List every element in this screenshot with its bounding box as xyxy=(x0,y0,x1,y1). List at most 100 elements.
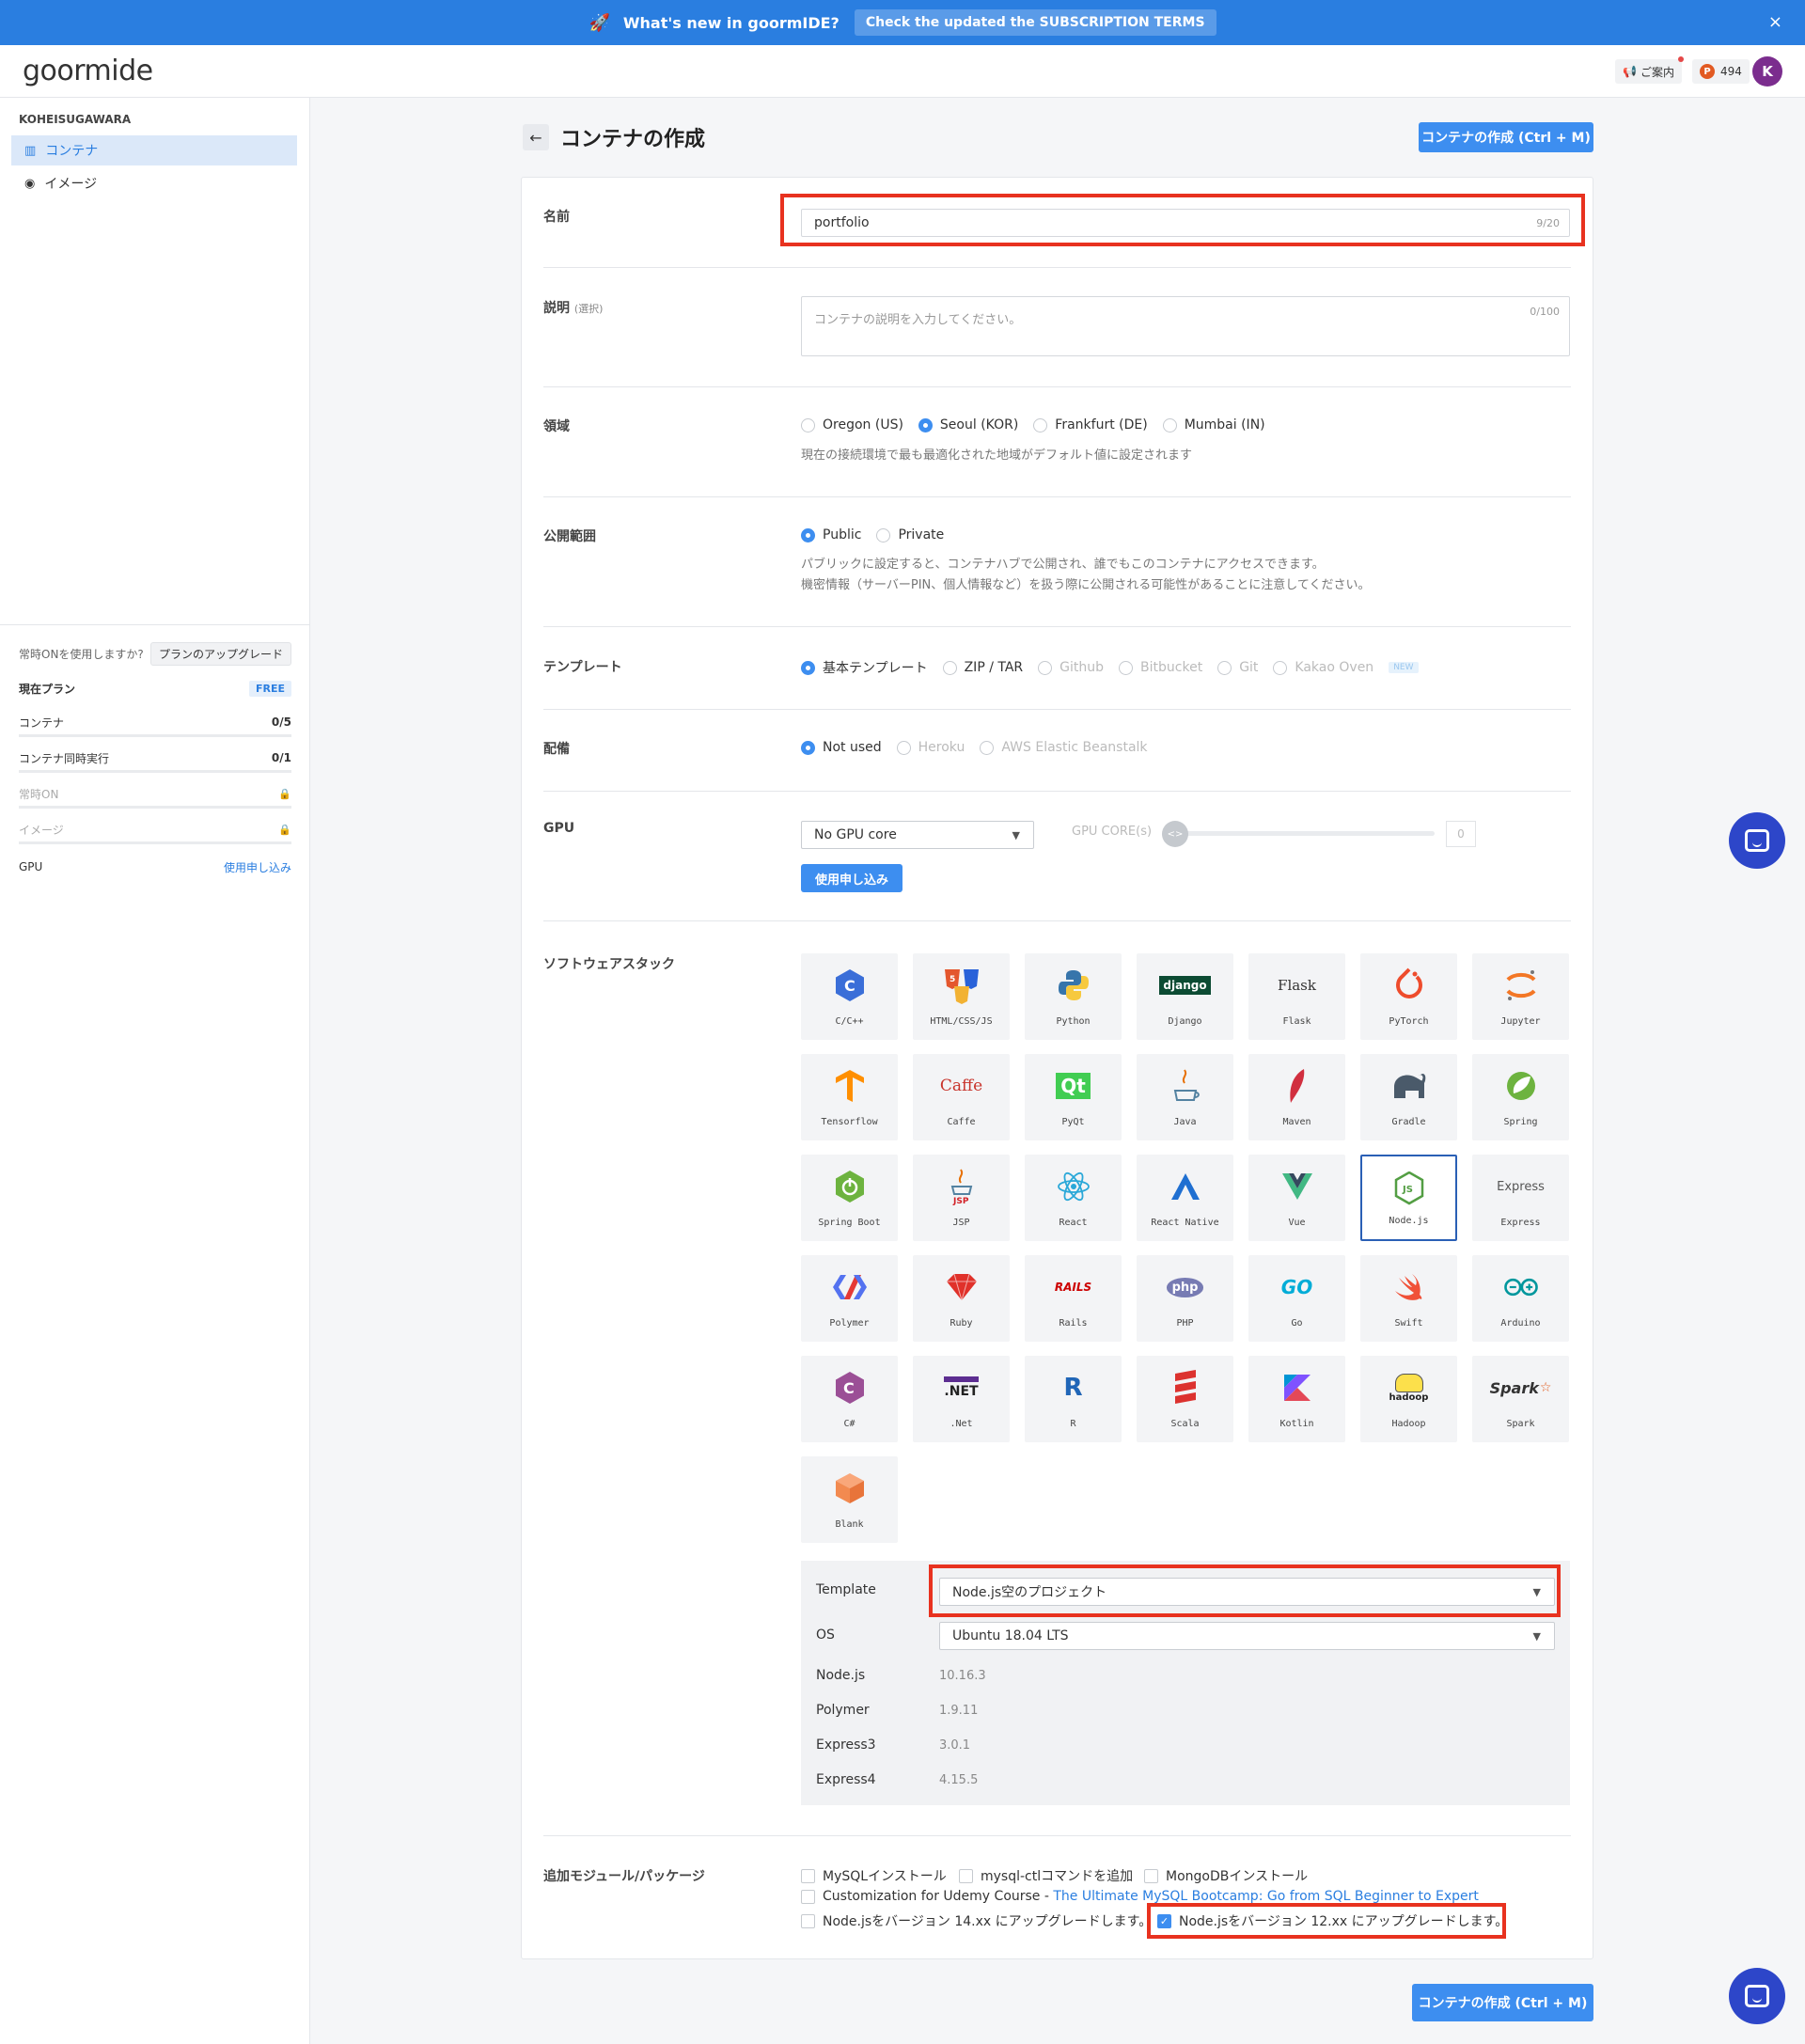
modules-label: 追加モジュール/パッケージ xyxy=(543,1869,705,1884)
spring-boot-icon xyxy=(831,1168,869,1205)
deploy-heroku[interactable]: Heroku xyxy=(896,740,965,755)
stack-tile-label: Django xyxy=(1168,1016,1202,1027)
back-arrow-icon[interactable]: ← xyxy=(523,124,549,150)
description-textarea[interactable]: コンテナの説明を入力してください。 0/100 xyxy=(801,296,1570,356)
divider xyxy=(543,791,1571,792)
udemy-course-link[interactable]: The Ultimate MySQL Bootcamp: Go from SQL… xyxy=(1053,1889,1478,1904)
checkbox-label: MongoDBインストール xyxy=(1166,1869,1309,1884)
stack-tile-swift[interactable]: Swift xyxy=(1360,1255,1457,1342)
chat-support-button[interactable] xyxy=(1729,812,1785,869)
stack-tile-react[interactable]: React xyxy=(1025,1155,1122,1241)
mysql-checkbox[interactable]: MySQLインストール xyxy=(801,1866,947,1885)
region-label: 領域 xyxy=(543,419,570,434)
stack-tile-label: PyTorch xyxy=(1389,1016,1429,1027)
stack-tile-react-native[interactable]: React Native xyxy=(1137,1155,1233,1241)
avatar[interactable]: K xyxy=(1752,56,1782,86)
version-value: 1.9.11 xyxy=(939,1704,979,1718)
top-navbar: goormide 📢 ご案内 P 494 K xyxy=(0,45,1805,98)
stack-tile-vue[interactable]: Vue xyxy=(1248,1155,1345,1241)
stack-tile-r[interactable]: RR xyxy=(1025,1356,1122,1442)
stack-tile-spring-boot[interactable]: Spring Boot xyxy=(801,1155,898,1241)
stack-tile-java[interactable]: Java xyxy=(1137,1054,1233,1140)
radio-label: Kakao Oven xyxy=(1295,660,1374,675)
stack-tile-hadoop[interactable]: hadoop Hadoop xyxy=(1360,1356,1457,1442)
template-git[interactable]: Git xyxy=(1217,660,1258,675)
stack-tile-ruby[interactable]: Ruby xyxy=(913,1255,1010,1342)
stack-tile-nodejs[interactable]: JS Node.js xyxy=(1360,1155,1457,1241)
region-oregon[interactable]: Oregon (US) xyxy=(801,417,903,432)
mongodb-checkbox[interactable]: MongoDBインストール xyxy=(1144,1866,1308,1885)
stack-tile-cpp[interactable]: C C/C++ xyxy=(801,953,898,1040)
visibility-private[interactable]: Private xyxy=(876,527,944,542)
create-container-button-top[interactable]: コンテナの作成 (Ctrl + M) xyxy=(1419,122,1593,152)
chat-support-button-bottom[interactable] xyxy=(1729,1968,1785,2024)
os-select[interactable]: Ubuntu 18.04 LTS ▼ xyxy=(939,1622,1555,1650)
gpu-core-slider[interactable] xyxy=(1166,831,1435,836)
slider-handle[interactable]: <> xyxy=(1162,821,1188,847)
stack-tile-scala[interactable]: Scala xyxy=(1137,1356,1233,1442)
stack-tile-flask[interactable]: Flask Flask xyxy=(1248,953,1345,1040)
banner-title[interactable]: What's new in goormIDE? xyxy=(623,14,840,32)
ruby-gem-icon xyxy=(943,1268,981,1306)
gpu-apply-link[interactable]: 使用申し込み xyxy=(224,859,291,875)
stack-tile-pyqt[interactable]: Qt PyQt xyxy=(1025,1054,1122,1140)
stack-tile-blank[interactable]: Blank xyxy=(801,1456,898,1543)
stack-tile-jupyter[interactable]: Jupyter xyxy=(1472,953,1569,1040)
stack-tile-spark[interactable]: Spark ☆ Spark xyxy=(1472,1356,1569,1442)
stack-tile-dotnet[interactable]: .NET .Net xyxy=(913,1356,1010,1442)
template-bitbucket[interactable]: Bitbucket xyxy=(1119,660,1202,675)
stack-tile-jsp[interactable]: JSP JSP xyxy=(913,1155,1010,1241)
sidebar-item-image[interactable]: ◉ イメージ xyxy=(11,168,297,198)
template-kakao-oven[interactable]: Kakao Oven NEW xyxy=(1273,660,1419,675)
region-seoul[interactable]: Seoul (KOR) xyxy=(918,417,1018,432)
mysqlctl-checkbox[interactable]: mysql-ctlコマンドを追加 xyxy=(959,1866,1133,1885)
gpu-apply-button[interactable]: 使用申し込み xyxy=(801,864,902,892)
highlight-box xyxy=(780,194,1585,246)
deploy-not-used[interactable]: Not used xyxy=(801,740,882,755)
create-container-button-bottom[interactable]: コンテナの作成 (Ctrl + M) xyxy=(1412,1984,1593,2021)
subscription-terms-button[interactable]: Check the updated the SUBSCRIPTION TERMS xyxy=(854,9,1216,36)
stack-tile-html[interactable]: 5 HTML/CSS/JS xyxy=(913,953,1010,1040)
stack-tile-rails[interactable]: RAILS Rails xyxy=(1025,1255,1122,1342)
node14-checkbox[interactable]: Node.jsをバージョン 14.xx にアップグレードします。 xyxy=(801,1911,1152,1930)
close-icon[interactable]: × xyxy=(1768,12,1782,32)
stack-tile-polymer[interactable]: Polymer xyxy=(801,1255,898,1342)
radio-label: 基本テンプレート xyxy=(823,661,928,676)
stack-tile-django[interactable]: django Django xyxy=(1137,953,1233,1040)
stack-tile-csharp[interactable]: C C# xyxy=(801,1356,898,1442)
stack-tile-tensorflow[interactable]: Tensorflow xyxy=(801,1054,898,1140)
stack-tile-python[interactable]: Python xyxy=(1025,953,1122,1040)
template-github[interactable]: Github xyxy=(1038,660,1104,675)
gpu-core-value[interactable]: 0 xyxy=(1446,821,1476,847)
stack-tile-gradle[interactable]: Gradle xyxy=(1360,1054,1457,1140)
stack-tile-express[interactable]: Express Express xyxy=(1472,1155,1569,1241)
notice-button[interactable]: 📢 ご案内 xyxy=(1615,56,1684,84)
cpp-icon-text: C xyxy=(844,977,855,995)
udemy-checkbox[interactable]: Customization for Udemy Course - The Ult… xyxy=(801,1889,1479,1904)
region-mumbai[interactable]: Mumbai (IN) xyxy=(1162,417,1265,432)
kotlin-icon xyxy=(1279,1369,1316,1407)
plan-row-always-on: 常時ON 🔒 xyxy=(19,782,291,809)
gpu-select[interactable]: No GPU core ▼ xyxy=(801,821,1034,849)
stack-tile-arduino[interactable]: Arduino xyxy=(1472,1255,1569,1342)
php-icon-text: php xyxy=(1166,1277,1204,1297)
template-zip[interactable]: ZIP / TAR xyxy=(942,660,1023,675)
stack-tile-spring[interactable]: Spring xyxy=(1472,1054,1569,1140)
deploy-aws[interactable]: AWS Elastic Beanstalk xyxy=(980,740,1148,755)
template-basic[interactable]: 基本テンプレート xyxy=(801,658,928,677)
stack-tile-kotlin[interactable]: Kotlin xyxy=(1248,1356,1345,1442)
region-frankfurt[interactable]: Frankfurt (DE) xyxy=(1033,417,1148,432)
plan-upgrade-button[interactable]: プランのアップグレード xyxy=(150,642,292,666)
stack-tile-php[interactable]: php PHP xyxy=(1137,1255,1233,1342)
sidebar-item-container[interactable]: ▥ コンテナ xyxy=(11,135,297,165)
stack-tile-pytorch[interactable]: PyTorch xyxy=(1360,953,1457,1040)
points-button[interactable]: P 494 xyxy=(1692,59,1750,84)
goormide-logo[interactable]: goormide xyxy=(23,55,153,87)
stack-tile-caffe[interactable]: Caffe Caffe xyxy=(913,1054,1010,1140)
stack-tile-go[interactable]: GO Go xyxy=(1248,1255,1345,1342)
stack-tile-label: Scala xyxy=(1170,1419,1200,1429)
stack-tile-maven[interactable]: Maven xyxy=(1248,1054,1345,1140)
plan-row-image: イメージ 🔒 xyxy=(19,818,291,844)
visibility-public[interactable]: Public xyxy=(801,527,861,542)
stack-tile-label: Hadoop xyxy=(1391,1419,1426,1429)
